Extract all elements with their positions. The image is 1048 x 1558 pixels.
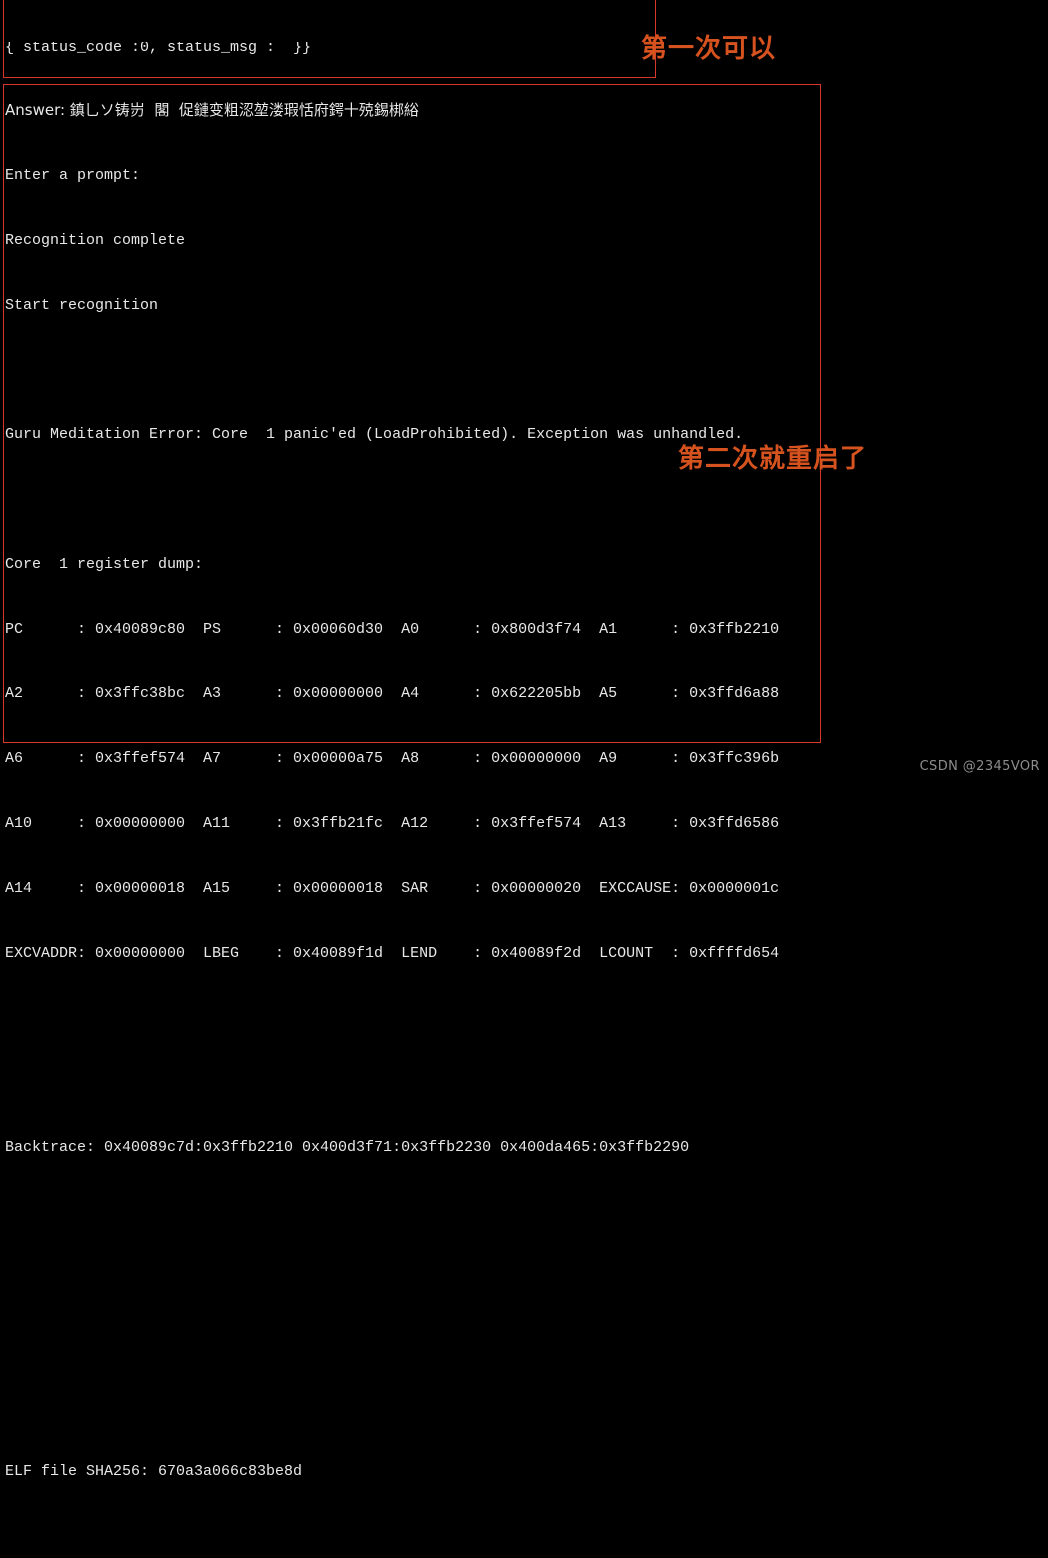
console-line: EXCVADDR: 0x00000000 LBEG : 0x40089f1d L… [5, 944, 780, 962]
console-line: A2 : 0x3ffc38bc A3 : 0x00000000 A4 : 0x6… [5, 685, 780, 703]
console-line: Backtrace: 0x40089c7d:0x3ffb2210 0x400d3… [5, 1138, 690, 1156]
terminal-screen: { status_code :0, status_msg : }} Answer… [0, 0, 1048, 1480]
console-line: A14 : 0x00000018 A15 : 0x00000018 SAR : … [5, 879, 780, 897]
csdn-watermark: CSDN @2345VOR [919, 759, 1040, 774]
annotation-label-second-attempt: 第二次就重启了 [678, 444, 868, 474]
console-line: ELF file SHA256: 670a3a066c83be8d [5, 1462, 303, 1480]
console-line: Answer: 鎮乚ソ铸岃 閣 促鏈变粗涊堃溇瑕恬府鍔十殑錫梆綌 [5, 101, 419, 120]
console-line: Guru Meditation Error: Core 1 panic'ed (… [5, 426, 744, 444]
console-output[interactable]: { status_code :0, status_msg : }} Answer… [5, 0, 1048, 1558]
annotation-label-first-attempt: 第一次可以 [641, 34, 777, 64]
console-line: A10 : 0x00000000 A11 : 0x3ffb21fc A12 : … [5, 814, 780, 832]
console-line: PC : 0x40089c80 PS : 0x00060d30 A0 : 0x8… [5, 620, 780, 638]
console-line: Recognition complete [5, 231, 186, 249]
console-line: Core 1 register dump: [5, 555, 204, 573]
console-line: Enter a prompt: [5, 167, 141, 185]
console-line: { status_code :0, status_msg : }} [5, 42, 312, 57]
console-line: Start recognition [5, 296, 159, 314]
console-line: A6 : 0x3ffef574 A7 : 0x00000a75 A8 : 0x0… [5, 750, 780, 768]
